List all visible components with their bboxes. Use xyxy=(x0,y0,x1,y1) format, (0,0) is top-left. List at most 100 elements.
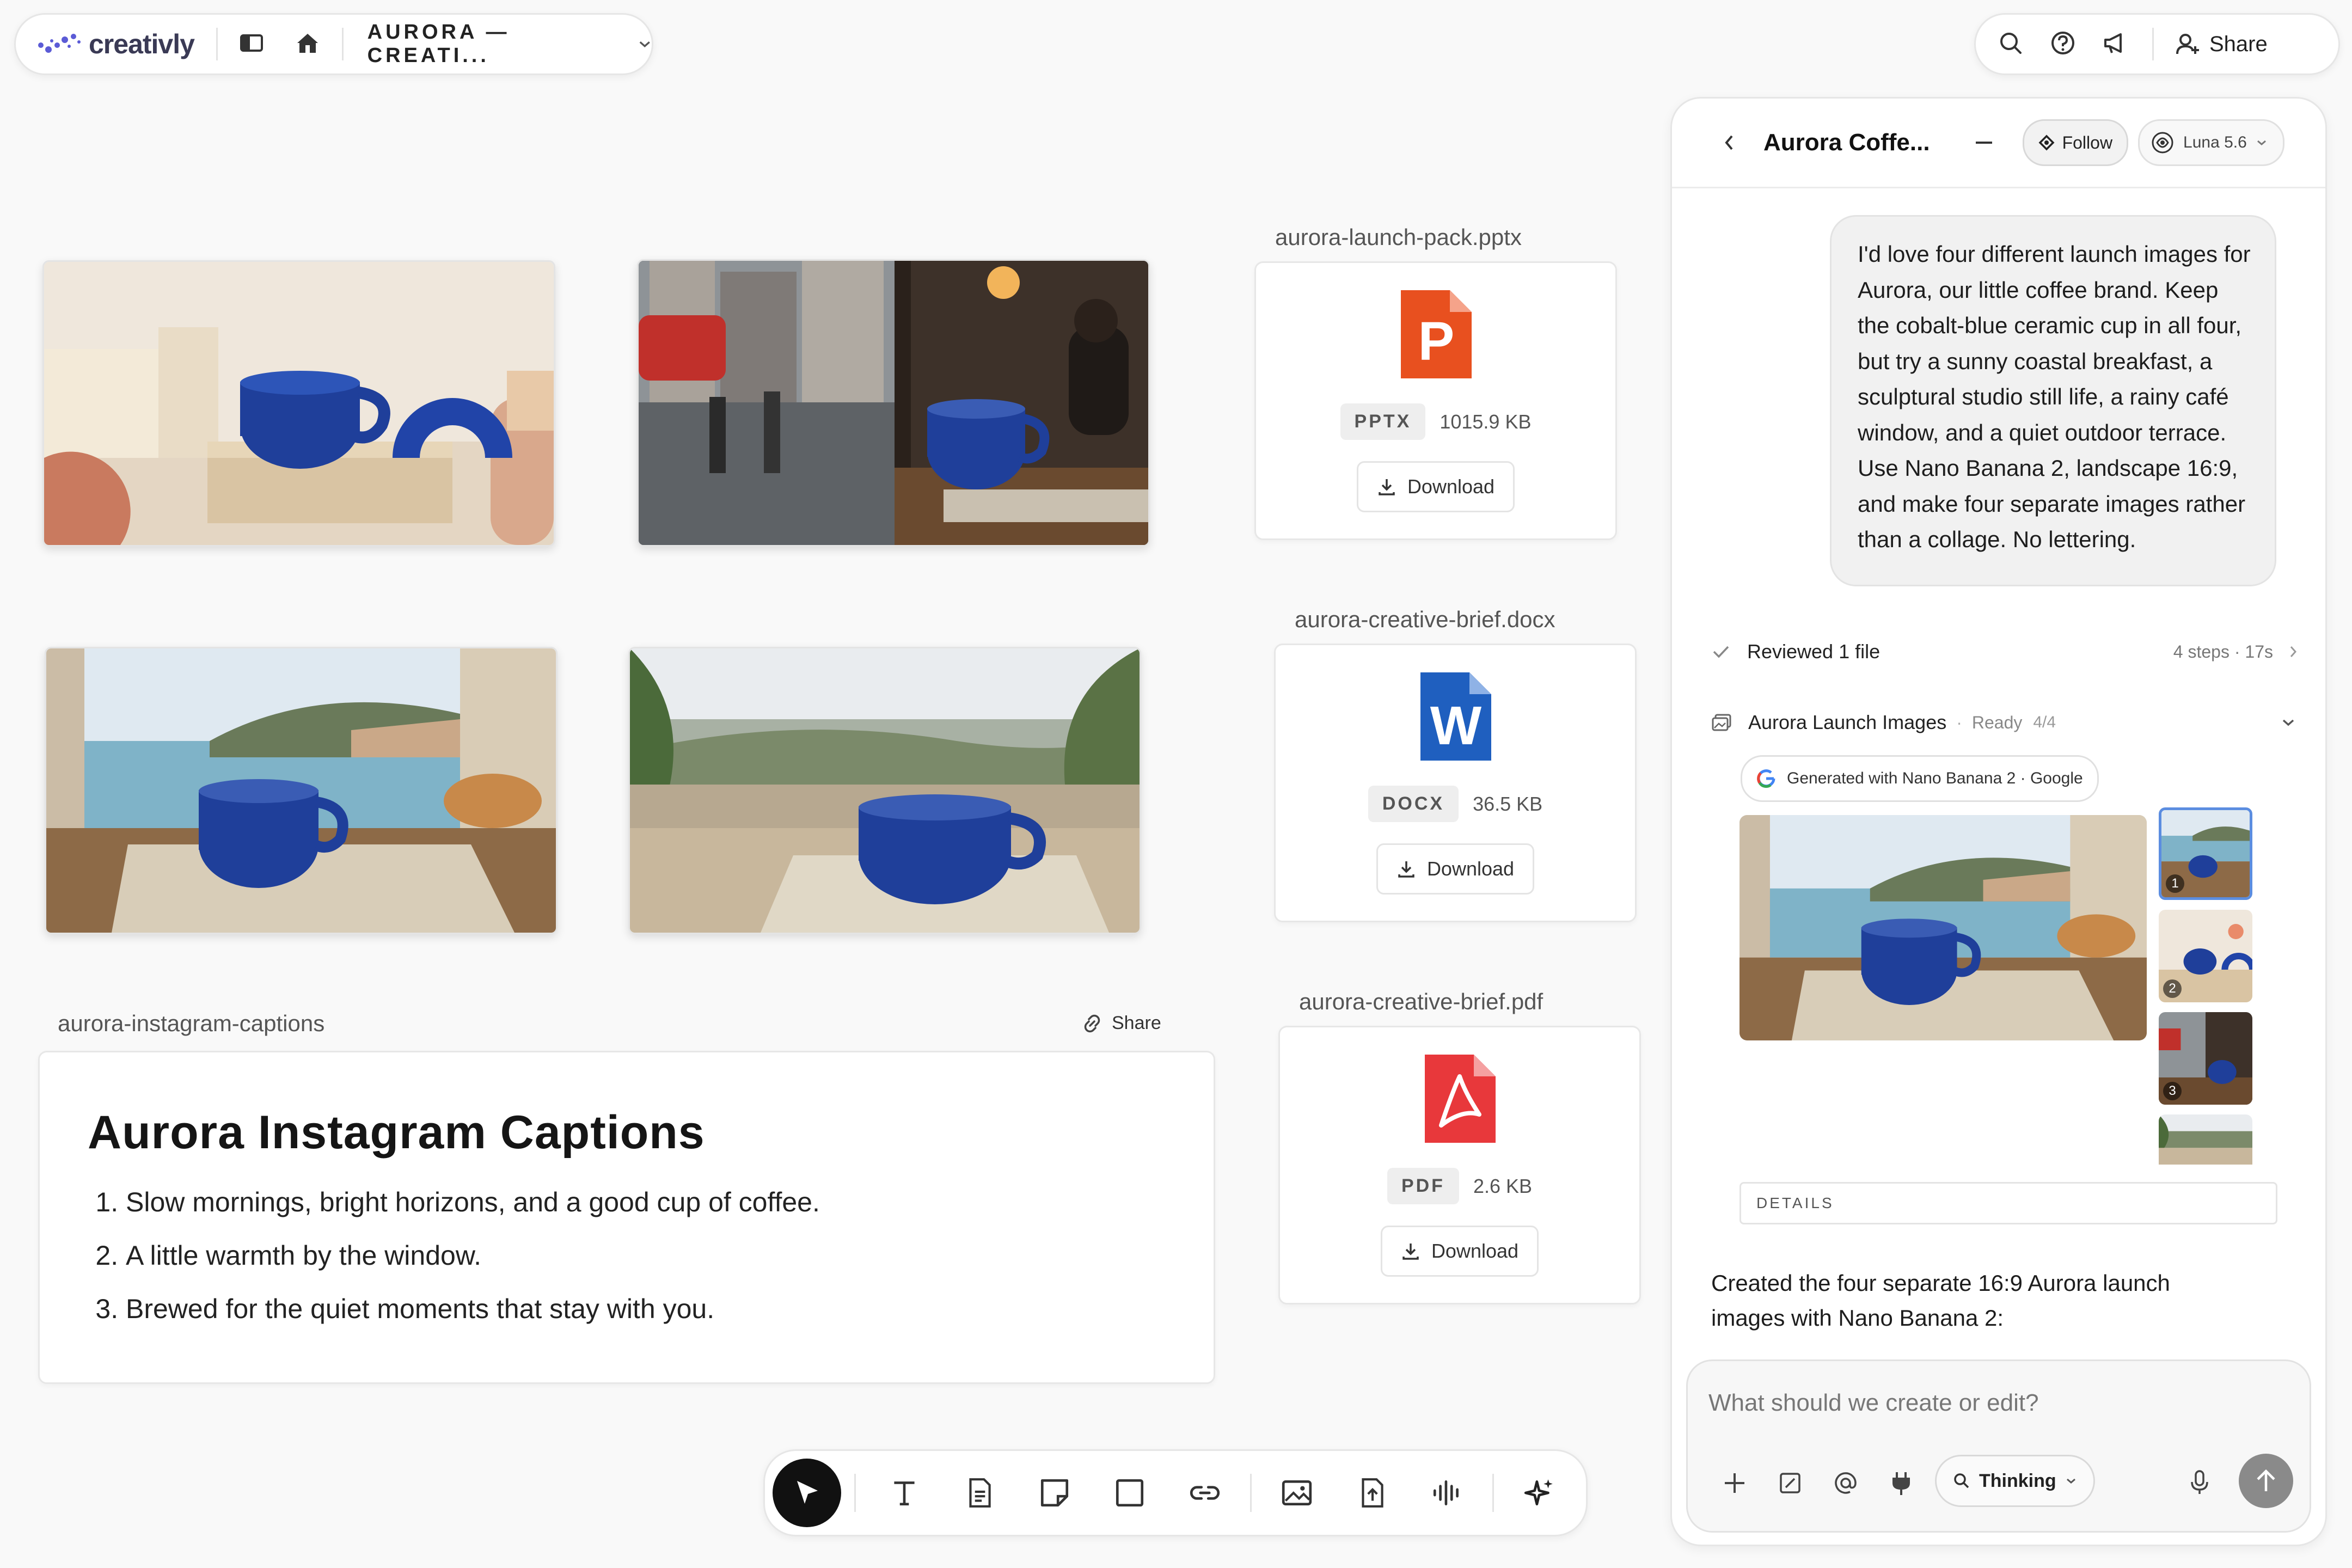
project-title: AURORA — CREATI... xyxy=(367,21,510,67)
captions-document[interactable]: Aurora Instagram Captions Slow mornings,… xyxy=(38,1051,1215,1384)
chat-title: Aurora Coffe... xyxy=(1763,129,1930,156)
follow-button[interactable]: Follow xyxy=(2022,119,2129,166)
help-icon[interactable] xyxy=(2050,30,2076,59)
powerpoint-file-icon: P xyxy=(1401,290,1472,381)
top-right-toolbar: Share xyxy=(1974,13,2340,75)
gallery-thumbnail[interactable]: 2 xyxy=(2159,910,2252,1002)
gallery-main-preview[interactable] xyxy=(1739,815,2147,1040)
user-message-bubble: I'd love four different launch images fo… xyxy=(1830,215,2276,586)
thumbnail-number: 3 xyxy=(2163,1082,2182,1100)
download-button[interactable]: Download xyxy=(1376,843,1535,895)
announcement-icon[interactable] xyxy=(2102,30,2129,59)
sidebar-toggle-icon[interactable] xyxy=(240,32,264,57)
file-size: 1015.9 KB xyxy=(1440,410,1532,433)
file-card-pptx[interactable]: P PPTX 1015.9 KB Download xyxy=(1254,261,1617,540)
shape-tool-button[interactable] xyxy=(1100,1463,1160,1523)
model-selector[interactable]: Luna 5.6 xyxy=(2138,119,2284,166)
canvas-image-terrace[interactable] xyxy=(628,647,1141,934)
gallery-header[interactable]: Aurora Launch Images · Ready 4/4 xyxy=(1711,706,2304,739)
search-icon[interactable] xyxy=(1998,30,2024,59)
square-icon xyxy=(1116,1479,1144,1507)
model-logo-icon xyxy=(2152,132,2173,154)
add-user-icon xyxy=(2176,34,2199,54)
captions-filename: aurora-instagram-captions xyxy=(58,1010,325,1036)
plus-icon[interactable] xyxy=(1723,1471,1747,1495)
minimize-icon[interactable] xyxy=(1975,140,1993,145)
audio-tool-button[interactable] xyxy=(1417,1463,1477,1523)
share-button[interactable]: Share xyxy=(2176,32,2268,57)
steps-label: 4 steps · 17s xyxy=(2173,641,2273,661)
download-button[interactable]: Download xyxy=(1356,461,1515,512)
sticky-note-tool-button[interactable] xyxy=(1025,1463,1085,1523)
file-name-docx: aurora-creative-brief.docx xyxy=(1295,607,1555,632)
assistant-message: Created the four separate 16:9 Aurora la… xyxy=(1711,1270,2170,1331)
cursor-icon xyxy=(797,1481,818,1504)
generated-with-badge: Generated with Nano Banana 2 · Google xyxy=(1741,755,2099,802)
search-icon xyxy=(1954,1473,1969,1489)
google-icon xyxy=(1757,769,1775,788)
word-file-icon: W xyxy=(1420,672,1491,763)
gallery-thumbnail[interactable]: 3 xyxy=(2159,1012,2252,1105)
arrow-up-icon xyxy=(2257,1469,2275,1491)
thinking-mode-selector[interactable]: Thinking xyxy=(1935,1455,2095,1507)
canvas-image-coastal[interactable] xyxy=(45,647,558,934)
details-toggle[interactable]: DETAILS xyxy=(1739,1182,2277,1224)
sticky-note-icon xyxy=(1040,1479,1069,1507)
canvas-image-rainy[interactable] xyxy=(637,259,1150,547)
download-icon xyxy=(1398,861,1414,878)
microphone-icon[interactable] xyxy=(2189,1469,2210,1496)
reviewed-row[interactable]: Reviewed 1 file 4 steps · 17s xyxy=(1711,635,2304,668)
logo-text: creativly xyxy=(89,29,195,59)
home-icon[interactable] xyxy=(295,31,320,58)
chat-input[interactable]: What should we create or edit? xyxy=(1708,1389,2039,1417)
back-chevron-icon[interactable] xyxy=(1722,133,1736,152)
select-tool-button[interactable] xyxy=(773,1459,841,1527)
chevron-down-icon xyxy=(639,41,650,48)
download-button[interactable]: Download xyxy=(1380,1226,1539,1277)
gallery-thumbnail[interactable]: 1 xyxy=(2159,807,2252,900)
captions-share-button[interactable]: Share xyxy=(1081,1013,1161,1034)
audio-waveform-icon xyxy=(1433,1480,1459,1505)
logo[interactable]: creativly xyxy=(35,28,195,60)
caption-item: Brewed for the quiet moments that stay w… xyxy=(126,1282,820,1336)
project-title-dropdown[interactable]: AURORA — CREATI... xyxy=(367,21,652,68)
ai-generate-button[interactable] xyxy=(1509,1463,1569,1523)
file-name-pdf: aurora-creative-brief.pdf xyxy=(1299,989,1543,1014)
chat-input-box[interactable]: What should we create or edit? Thinking xyxy=(1686,1359,2311,1533)
sparkle-icon xyxy=(1524,1479,1553,1505)
svg-text:P: P xyxy=(1418,311,1455,372)
mention-icon[interactable] xyxy=(1834,1471,1858,1495)
captions-list: Slow mornings, bright horizons, and a go… xyxy=(92,1175,820,1336)
send-button[interactable] xyxy=(2239,1454,2293,1508)
gallery-thumbnail[interactable] xyxy=(2159,1114,2252,1165)
top-left-toolbar: creativly AURORA — CREATI... xyxy=(14,13,653,75)
chevron-right-icon xyxy=(2290,646,2297,657)
thumbnail-number: 2 xyxy=(2163,979,2182,998)
canvas-image-studio[interactable] xyxy=(42,260,555,547)
logo-icon xyxy=(38,34,81,53)
gallery-status: Ready xyxy=(1971,712,2023,732)
svg-text:W: W xyxy=(1430,695,1482,756)
chevron-down-icon xyxy=(2257,140,2266,145)
chevron-down-icon xyxy=(2066,1478,2075,1484)
upload-tool-button[interactable] xyxy=(1342,1463,1402,1523)
image-icon xyxy=(1282,1480,1312,1505)
download-icon xyxy=(1379,479,1395,495)
user-message-text: I'd love four different launch images fo… xyxy=(1858,241,2251,552)
file-type-badge: DOCX xyxy=(1368,786,1459,822)
pdf-file-icon xyxy=(1425,1055,1496,1146)
link-icon xyxy=(1084,1014,1100,1032)
chevron-down-icon xyxy=(2282,719,2294,726)
link-icon xyxy=(1190,1486,1220,1500)
image-tool-button[interactable] xyxy=(1267,1463,1327,1523)
edit-icon[interactable] xyxy=(1778,1471,1802,1495)
text-icon xyxy=(894,1481,915,1505)
text-tool-button[interactable] xyxy=(874,1463,934,1523)
link-tool-button[interactable] xyxy=(1175,1463,1235,1523)
plugin-icon[interactable] xyxy=(1889,1470,1913,1496)
file-card-docx[interactable]: W DOCX 36.5 KB Download xyxy=(1274,644,1637,922)
upload-file-icon xyxy=(1362,1478,1383,1508)
file-size: 36.5 KB xyxy=(1473,792,1543,815)
file-card-pdf[interactable]: PDF 2.6 KB Download xyxy=(1278,1026,1641,1304)
document-tool-button[interactable] xyxy=(950,1463,1009,1523)
